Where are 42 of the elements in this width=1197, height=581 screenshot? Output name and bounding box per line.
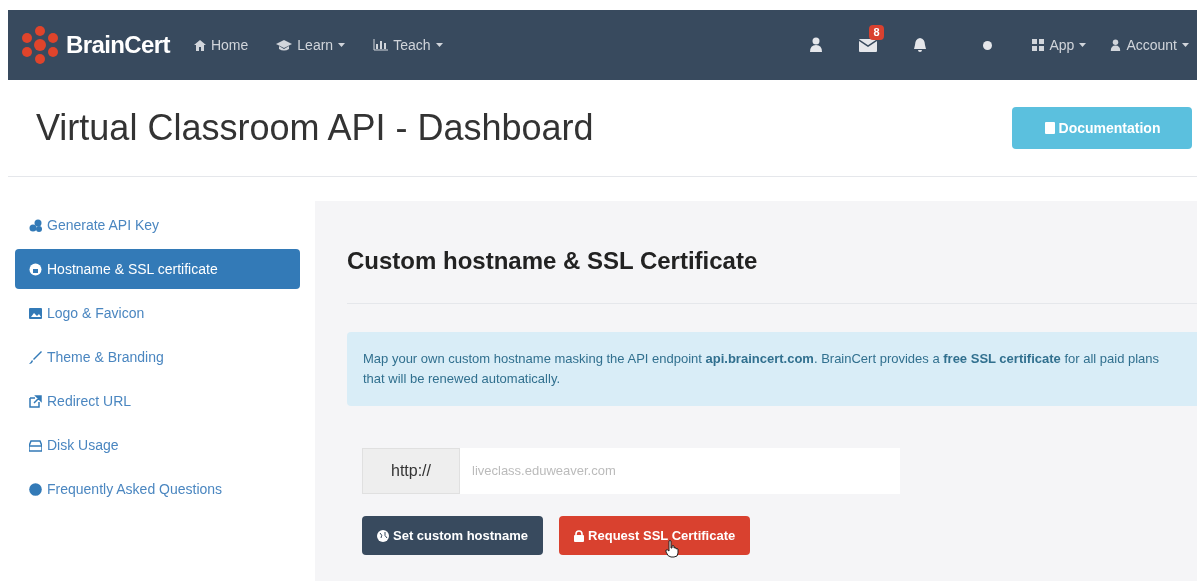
info-text: Map your own custom hostname masking the API endpoint api.braincert.com. BrainCert provides a free SSL certificate for all paid plans that will be renewed automatically. (363, 350, 1161, 388)
image-icon (29, 306, 42, 320)
sidebar-item[interactable]: Logo & Favicon (15, 293, 300, 333)
lock-icon (574, 529, 585, 542)
home-icon (193, 39, 206, 51)
page-title: Virtual Classroom API - Dashboard (36, 106, 594, 150)
sidebar-item[interactable]: Redirect URL (15, 381, 300, 421)
bar-chart-icon (373, 39, 389, 51)
sidebar-item[interactable]: Hostname & SSL certificate (15, 249, 300, 289)
caret-icon (338, 43, 346, 47)
caret-icon (1079, 43, 1087, 47)
lock-icon (29, 262, 42, 276)
graduation-cap-icon (276, 39, 293, 51)
nav-link[interactable]: Teach (373, 34, 443, 56)
nav-link[interactable]: Home (193, 34, 249, 56)
caret-icon (435, 43, 443, 47)
user-icon[interactable] (809, 37, 824, 53)
sidebar-item[interactable]: Generate API Key (15, 205, 300, 245)
sidebar-item[interactable]: Theme & Branding (15, 337, 300, 377)
section-heading: Custom hostname & SSL Certificate (347, 243, 1197, 304)
sidebar-item[interactable]: Frequently Asked Questions (15, 469, 300, 509)
brand-name[interactable]: BrainCert (66, 27, 170, 63)
sidebar-item[interactable]: Disk Usage (15, 425, 300, 465)
set-hostname-button[interactable]: Set custom hostname (362, 516, 544, 555)
nav-link[interactable]: Learn (276, 34, 346, 56)
book-icon (1043, 122, 1055, 134)
envelope-icon[interactable] (859, 38, 878, 52)
external-link-icon (29, 394, 42, 408)
hostname-input[interactable]: liveclass.eduweaver.com (460, 448, 900, 494)
bell-icon[interactable] (913, 37, 928, 53)
hand-cursor-icon (665, 540, 680, 558)
brush-icon (29, 350, 42, 364)
protocol-addon: http:// (362, 448, 460, 494)
nav-menu[interactable]: App (1032, 34, 1087, 56)
message-count-badge: 8 (869, 24, 884, 40)
dot-icon[interactable] (983, 40, 993, 50)
request-certificate-button[interactable]: Request SSL Certificate (559, 516, 751, 555)
user-icon (1110, 38, 1122, 52)
nav-menu[interactable]: Account (1110, 34, 1189, 56)
grid-icon (1032, 39, 1045, 51)
caret-icon (1182, 43, 1189, 47)
globe-icon (377, 529, 389, 542)
